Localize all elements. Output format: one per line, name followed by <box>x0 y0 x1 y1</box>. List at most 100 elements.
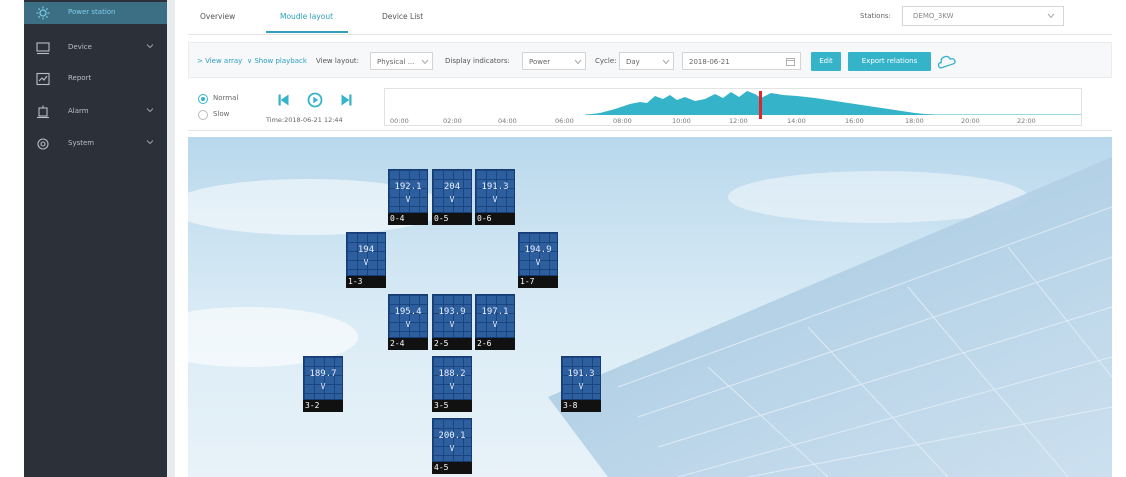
module-unit: V <box>405 320 411 329</box>
module-voltage: 194 <box>357 245 375 255</box>
timeline-tick: 12:00 <box>729 117 748 125</box>
chart-icon <box>36 72 50 86</box>
module-unit: V <box>449 444 455 453</box>
timeline-tick: 20:00 <box>961 117 980 125</box>
cloud-icon[interactable] <box>936 53 956 69</box>
skip-forward-icon[interactable] <box>341 94 352 106</box>
sidebar-item-label: Device <box>68 43 92 51</box>
pv-module-3-2[interactable]: 189.7 V 3-2 <box>303 356 343 412</box>
export-relations-button[interactable]: Export relations <box>848 52 931 71</box>
sidebar-gutter <box>167 0 175 477</box>
sidebar-item-system[interactable]: System <box>24 133 167 155</box>
chevron-down-icon <box>421 59 429 65</box>
tab-device-list[interactable]: Device List <box>382 12 423 21</box>
timeline-tick: 18:00 <box>905 117 924 125</box>
normal-label: Normal <box>213 94 239 102</box>
view-layout-label: View layout: <box>316 57 360 65</box>
pv-module-0-4[interactable]: 192.1 V 0-4 <box>388 169 428 225</box>
right-margin <box>1112 0 1126 477</box>
pv-module-0-5[interactable]: 204 V 0-5 <box>432 169 472 225</box>
view-array-link[interactable]: > View array <box>197 57 242 65</box>
timeline-tick: 14:00 <box>787 117 806 125</box>
monitor-icon <box>36 42 50 55</box>
sidebar-item-label: Alarm <box>68 107 89 115</box>
module-unit: V <box>492 320 498 329</box>
timeline-tick: 04:00 <box>498 117 517 125</box>
chevron-down-icon <box>662 59 670 65</box>
view-layout-value: Physical ... <box>377 58 415 66</box>
module-voltage: 204 <box>443 182 461 192</box>
stations-select[interactable]: DEMO_3KW <box>902 6 1064 26</box>
pv-module-1-7[interactable]: 194.9 V 1-7 <box>518 232 558 288</box>
timeline-tick: 02:00 <box>443 117 462 125</box>
tab-moudle-layout[interactable]: Moudle layout <box>280 12 333 21</box>
display-indicators-select[interactable]: Power <box>522 52 586 70</box>
module-id: 3-8 <box>561 400 601 412</box>
module-id: 2-6 <box>475 338 515 350</box>
cycle-select[interactable]: Day <box>619 52 674 70</box>
pv-module-0-6[interactable]: 191.3 V 0-6 <box>475 169 515 225</box>
sidebar-item-report[interactable]: Report <box>24 68 167 90</box>
chevron-down-icon <box>146 44 154 49</box>
active-tab-indicator <box>266 31 348 33</box>
timeline-tick: 06:00 <box>555 117 574 125</box>
module-unit: V <box>363 258 369 267</box>
sidebar-item-alarm[interactable]: Alarm <box>24 101 167 123</box>
module-id: 1-7 <box>518 276 558 288</box>
sidebar-item-device[interactable]: Device <box>24 37 167 59</box>
skip-back-icon[interactable] <box>278 94 289 106</box>
view-layout-select[interactable]: Physical ... <box>370 52 433 70</box>
module-unit: V <box>449 195 455 204</box>
normal-speed-radio[interactable] <box>198 94 208 104</box>
module-voltage: 189.7 <box>309 369 337 379</box>
module-id: 0-6 <box>475 213 515 225</box>
module-voltage: 200.1 <box>438 431 466 441</box>
chevron-down-icon <box>146 108 154 113</box>
module-id: 0-4 <box>388 213 428 225</box>
show-playback-link[interactable]: ∨ Show playback <box>247 57 307 65</box>
module-unit: V <box>492 195 498 204</box>
timeline-tick: 22:00 <box>1017 117 1036 125</box>
module-unit: V <box>578 382 584 391</box>
power-timeline[interactable]: 00:00 02:00 04:00 06:00 08:00 10:00 12:0… <box>384 88 1082 126</box>
edit-button[interactable]: Edit <box>811 52 841 71</box>
timeline-tick: 00:00 <box>390 117 409 125</box>
slow-label: Slow <box>213 110 230 118</box>
module-id: 2-5 <box>432 338 472 350</box>
gear-icon <box>37 138 49 150</box>
pv-module-3-5[interactable]: 188.2 V 3-5 <box>432 356 472 412</box>
pv-module-2-4[interactable]: 195.4 V 2-4 <box>388 294 428 350</box>
display-indicators-label: Display indicators: <box>445 57 510 65</box>
pv-module-4-5[interactable]: 200.1 V 4-5 <box>432 418 472 474</box>
tab-overview[interactable]: Overview <box>200 12 235 21</box>
sidebar: Power station Device Report Alarm System <box>24 0 167 477</box>
module-id: 3-5 <box>432 400 472 412</box>
pv-module-2-5[interactable]: 193.9 V 2-5 <box>432 294 472 350</box>
slow-speed-radio[interactable] <box>198 110 208 120</box>
date-input[interactable]: 2018-06-21 <box>682 52 801 70</box>
power-curve <box>585 91 1081 115</box>
pv-module-3-8[interactable]: 191.3 V 3-8 <box>561 356 601 412</box>
module-unit: V <box>449 320 455 329</box>
stations-label: Stations: <box>860 12 891 20</box>
sidebar-item-label: System <box>68 139 95 147</box>
sidebar-item-power-station[interactable]: Power station <box>24 2 167 24</box>
toolbar: > View array ∨ Show playback View layout… <box>188 42 1112 78</box>
module-id: 1-3 <box>346 276 386 288</box>
pv-module-1-3[interactable]: 194 V 1-3 <box>346 232 386 288</box>
alarm-icon <box>37 105 49 119</box>
time-marker[interactable] <box>759 91 762 119</box>
module-voltage: 193.9 <box>438 307 466 317</box>
module-layout-canvas: 192.1 V 0-4 204 V 0-5 191.3 V 0-6 194 V … <box>188 137 1112 477</box>
module-voltage: 191.3 <box>567 369 595 379</box>
module-voltage: 191.3 <box>481 182 509 192</box>
calendar-icon <box>786 58 795 66</box>
module-unit: V <box>320 382 326 391</box>
sidebar-item-label: Report <box>68 74 92 82</box>
chevron-down-icon <box>1047 13 1055 19</box>
pv-module-2-6[interactable]: 197.1 V 2-6 <box>475 294 515 350</box>
sidebar-item-label: Power station <box>68 8 116 16</box>
module-unit: V <box>405 195 411 204</box>
chevron-down-icon <box>574 59 582 65</box>
play-icon[interactable] <box>307 92 323 108</box>
